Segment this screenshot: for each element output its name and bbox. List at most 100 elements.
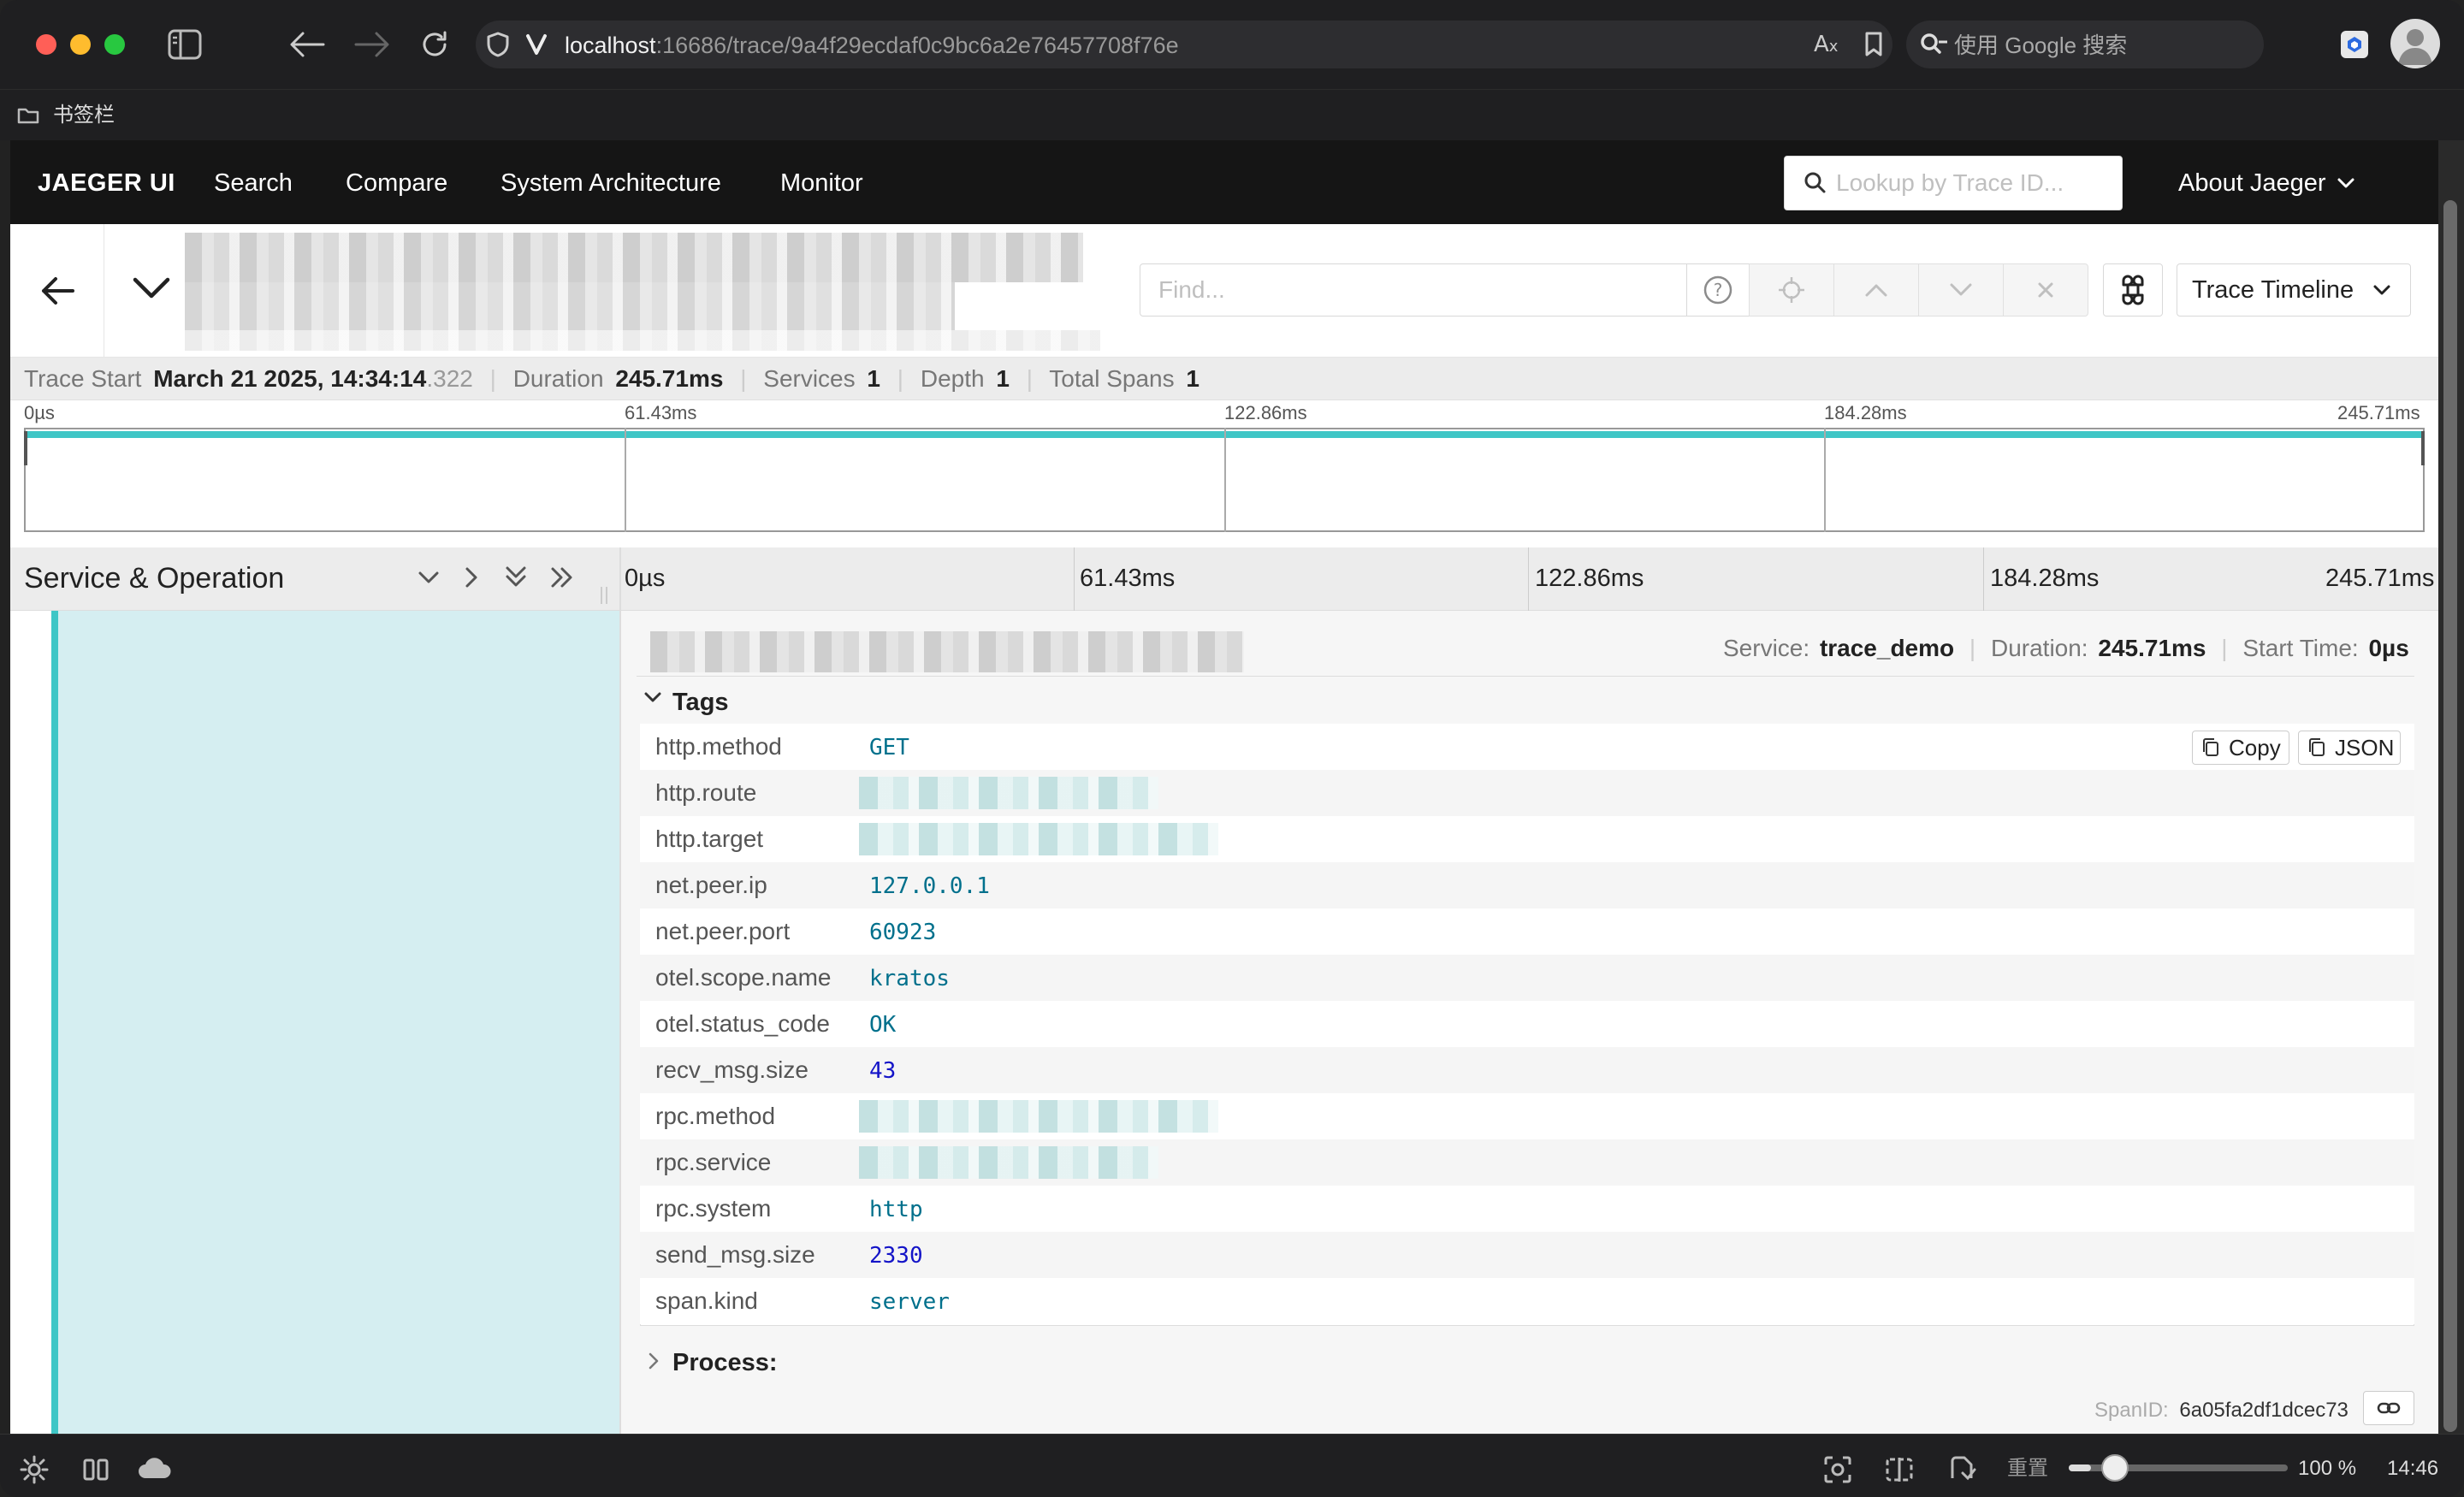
address-text[interactable]: localhost:16686/trace/9a4f29ecdaf0c9bc6a… xyxy=(565,31,1179,60)
minimap-tick-0: 0µs xyxy=(24,402,55,423)
clear-find-button[interactable] xyxy=(2003,263,2088,317)
minimap-handle-left[interactable] xyxy=(24,431,27,465)
minimap-tick-4: 245.71ms xyxy=(2337,402,2420,423)
window-maximize-button[interactable] xyxy=(104,34,125,55)
page-actions-icon[interactable] xyxy=(1946,1453,1978,1485)
view-select-value: Trace Timeline xyxy=(2192,276,2354,304)
detail-service-label: Service: xyxy=(1723,635,1810,661)
zoom-slider-thumb[interactable] xyxy=(2101,1454,2129,1482)
collapse-one-level-icon[interactable] xyxy=(416,568,441,587)
profile-avatar[interactable] xyxy=(2390,19,2440,68)
nav-system-architecture[interactable]: System Architecture xyxy=(500,168,721,198)
bookmark-icon[interactable] xyxy=(1863,31,1884,58)
tag-key: http.route xyxy=(655,779,757,806)
locate-button[interactable] xyxy=(1749,263,1834,317)
tag-row: otel.scope.name kratos xyxy=(640,955,2414,1001)
span-link-button[interactable] xyxy=(2363,1391,2414,1425)
depth-label: Depth xyxy=(920,365,985,392)
timeline-gridline-2 xyxy=(1528,547,1529,611)
page-scrollbar-thumb[interactable] xyxy=(2443,200,2457,1432)
header-back-button[interactable] xyxy=(10,224,104,358)
detail-meta: Service: trace_demo | Duration: 245.71ms… xyxy=(1723,635,2409,661)
about-chevron-down-icon[interactable] xyxy=(2336,175,2356,192)
translate-icon[interactable]: Ax xyxy=(1814,31,1838,61)
tag-key: http.method xyxy=(655,733,782,760)
tag-row: rpc.method xyxy=(640,1093,2414,1139)
extension-icon[interactable] xyxy=(2341,31,2368,58)
bookmarks-folder-label[interactable]: 书签栏 xyxy=(53,103,115,128)
prev-match-button[interactable] xyxy=(1833,263,1919,317)
trace-start-value: March 21 2025, 14:34:14 xyxy=(153,365,427,392)
duration-value: 245.71ms xyxy=(615,365,724,392)
minimap-handle-right[interactable] xyxy=(2421,431,2425,465)
back-arrow-icon xyxy=(41,277,74,305)
keyboard-shortcuts-button[interactable] xyxy=(2103,263,2163,317)
sync-cloud-icon[interactable] xyxy=(137,1458,173,1482)
trace-title-redacted xyxy=(185,233,1083,282)
minimap-gridline-2 xyxy=(1224,428,1226,532)
tag-row: send_msg.size 2330 xyxy=(640,1232,2414,1278)
chevron-down-icon xyxy=(1950,283,1972,296)
copy-button[interactable]: Copy xyxy=(2192,731,2289,765)
trace-summary: Trace Start March 21 2025, 14:34:14.322 … xyxy=(24,365,1199,392)
back-arrow-icon[interactable] xyxy=(289,31,325,58)
depth-value: 1 xyxy=(996,365,1010,392)
tags-title[interactable]: Tags xyxy=(672,688,729,717)
tag-row: http.route xyxy=(640,770,2414,816)
clock-time: 14:46 xyxy=(2387,1457,2439,1480)
shield-icon[interactable] xyxy=(484,31,512,58)
svg-text:?: ? xyxy=(1714,280,1723,300)
span-row-left-highlight xyxy=(51,611,619,1434)
detail-divider xyxy=(637,676,2414,677)
target-icon xyxy=(1779,277,1804,303)
tag-key: net.peer.port xyxy=(655,918,791,944)
forward-arrow-icon[interactable] xyxy=(354,31,390,58)
operation-name-redacted xyxy=(650,631,1244,672)
process-title[interactable]: Process: xyxy=(672,1348,778,1377)
about-jaeger-menu[interactable]: About Jaeger xyxy=(2178,168,2326,198)
collapse-all-icon[interactable] xyxy=(503,565,529,590)
help-button[interactable]: ? xyxy=(1686,263,1750,317)
collapse-title-chevron-icon[interactable] xyxy=(132,275,171,301)
zoom-reset-button[interactable]: 重置 xyxy=(2007,1454,2048,1483)
tag-value: OK xyxy=(869,1012,897,1038)
detail-duration-label: Duration: xyxy=(1990,635,2088,661)
expand-all-icon[interactable] xyxy=(549,565,577,590)
process-toggle-chevron-icon[interactable] xyxy=(647,1352,660,1370)
tags-toggle-chevron-icon[interactable] xyxy=(643,691,662,705)
brand-link[interactable]: JAEGER UI xyxy=(38,168,175,198)
window-minimize-button[interactable] xyxy=(70,34,91,55)
nav-compare[interactable]: Compare xyxy=(346,168,447,198)
nav-monitor[interactable]: Monitor xyxy=(780,168,863,198)
lookup-placeholder: Lookup by Trace ID... xyxy=(1836,169,2064,196)
capture-icon[interactable] xyxy=(1822,1454,1853,1485)
tag-value-redacted xyxy=(859,1146,1158,1179)
tile-icon[interactable] xyxy=(1884,1454,1915,1485)
tag-value-redacted xyxy=(859,777,1158,809)
panel-toggle-icon[interactable] xyxy=(82,1458,110,1482)
zoom-slider-fill xyxy=(2069,1464,2091,1471)
reload-icon[interactable] xyxy=(419,29,450,60)
timeline-tick-0: 0µs xyxy=(625,565,666,592)
tag-row: net.peer.port 60923 xyxy=(640,908,2414,955)
column-resizer[interactable] xyxy=(601,587,607,604)
expand-one-level-icon[interactable] xyxy=(462,565,481,590)
tag-row: rpc.system http xyxy=(640,1186,2414,1232)
tag-key: rpc.service xyxy=(655,1149,772,1175)
span-id-value: 6a05fa2df1dcec73 xyxy=(2179,1399,2348,1422)
nav-search[interactable]: Search xyxy=(214,168,293,198)
sidebar-toggle-icon[interactable] xyxy=(168,29,202,60)
minimap-gridline-1 xyxy=(625,428,626,532)
tag-key: http.target xyxy=(655,825,764,852)
window-close-button[interactable] xyxy=(36,34,56,55)
timeline-gridline-3 xyxy=(1983,547,1984,611)
tag-row: rpc.service xyxy=(640,1139,2414,1186)
tag-value-redacted xyxy=(859,1100,1218,1133)
tag-value: server xyxy=(869,1289,950,1315)
detail-service-value: trace_demo xyxy=(1819,635,1955,661)
tag-row: otel.status_code OK xyxy=(640,1001,2414,1047)
services-label: Services xyxy=(763,365,856,392)
settings-gear-icon[interactable] xyxy=(19,1454,50,1485)
next-match-button[interactable] xyxy=(1918,263,2004,317)
json-button[interactable]: JSON xyxy=(2298,731,2401,765)
